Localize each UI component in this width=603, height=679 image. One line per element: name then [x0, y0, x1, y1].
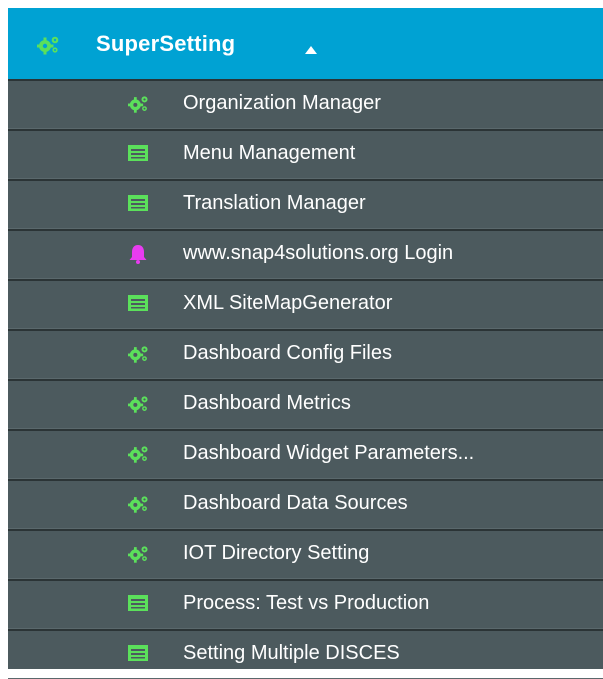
caret-up-icon[interactable] [305, 41, 317, 59]
menu-item-label: Dashboard Metrics [183, 392, 351, 414]
menu-item[interactable]: Dashboard Widget Parameters... [8, 429, 603, 479]
menu-item[interactable]: Menu Management [8, 129, 603, 179]
list-icon [128, 144, 150, 164]
list-icon [128, 644, 150, 664]
cogs-icon [36, 35, 61, 60]
menu-item-label: Dashboard Widget Parameters... [183, 442, 475, 464]
list-icon [128, 194, 150, 214]
menu-item[interactable]: Translation Manager [8, 179, 603, 229]
menu-item[interactable]: Organization Manager [8, 79, 603, 129]
cogs-icon [127, 94, 150, 114]
menu-item[interactable]: Dashboard Config Files [8, 329, 603, 379]
menu-item-label: Dashboard Config Files [183, 342, 392, 364]
list-icon [128, 294, 150, 314]
menu-item[interactable]: IOT Directory Setting [8, 529, 603, 579]
menu-item-label: Dashboard Data Sources [183, 492, 408, 514]
menu-item[interactable]: www.snap4solutions.org Login [8, 229, 603, 279]
menu-header-supersetting[interactable]: SuperSetting [8, 8, 603, 79]
cogs-icon [127, 444, 150, 464]
bell-icon [128, 244, 150, 264]
menu-item[interactable]: Setting Multiple DISCES [8, 629, 603, 679]
cogs-icon [127, 494, 150, 514]
menu-items: Organization Manager Menu Management Trans… [8, 79, 603, 679]
menu-item-label: www.snap4solutions.org Login [183, 242, 454, 264]
menu-header-label: SuperSetting [96, 31, 236, 56]
menu-item-label: IOT Directory Setting [183, 542, 370, 564]
menu-item[interactable]: Process: Test vs Production [8, 579, 603, 629]
menu-item-label: Organization Manager [183, 92, 381, 114]
cogs-icon [127, 344, 150, 364]
menu-item-label: Setting Multiple DISCES [183, 642, 400, 664]
menu-item[interactable]: Dashboard Metrics [8, 379, 603, 429]
menu-item[interactable]: XML SiteMapGenerator [8, 279, 603, 329]
list-icon [128, 594, 150, 614]
menu-item-label: Process: Test vs Production [183, 592, 430, 614]
menu-item-label: Translation Manager [183, 192, 366, 214]
menu-item-label: Menu Management [183, 142, 356, 164]
menu-item[interactable]: Dashboard Data Sources [8, 479, 603, 529]
sidebar-menu: SuperSetting Organization Manager Menu Ma… [8, 8, 603, 679]
cogs-icon [127, 394, 150, 414]
menu-item-label: XML SiteMapGenerator [183, 292, 393, 314]
cogs-icon [127, 544, 150, 564]
